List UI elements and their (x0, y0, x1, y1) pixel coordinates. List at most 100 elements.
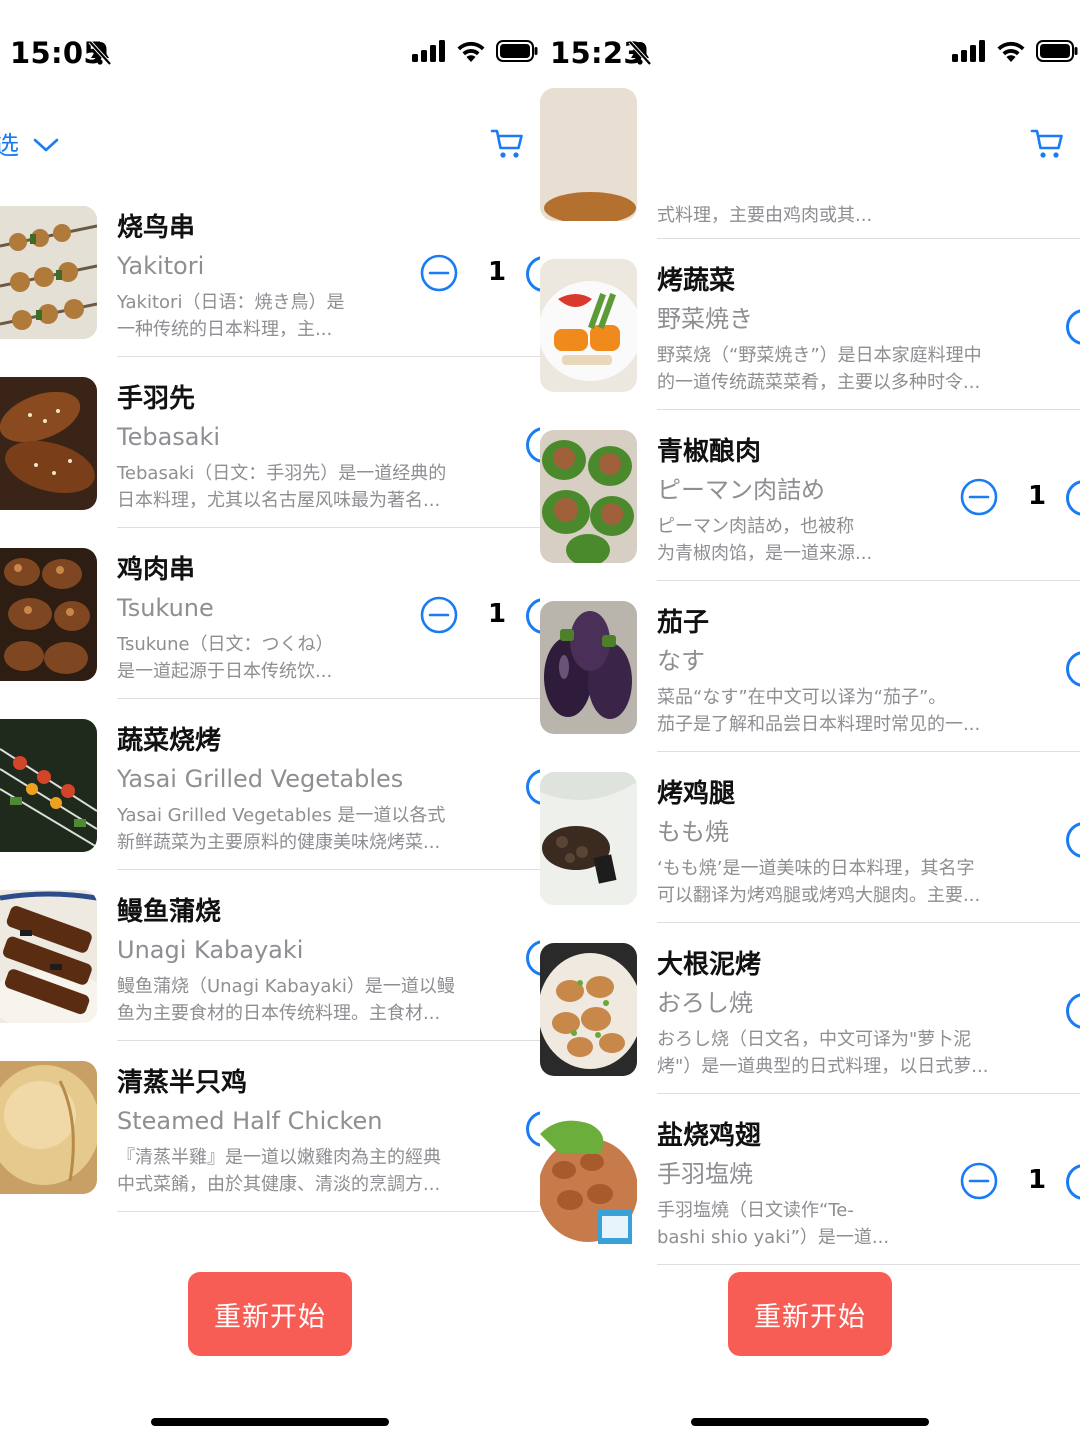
restart-button[interactable]: 重新开始 (728, 1272, 892, 1356)
increase-quantity-button[interactable] (526, 940, 540, 976)
dish-title: 青椒酿肉 (657, 437, 762, 467)
list-item[interactable]: 茄子 なす 菜品“なす”在中文可以译为“茄子”。 茄子是了解和品尝日本料理时常见的… (540, 581, 1080, 752)
dish-thumbnail (0, 890, 97, 1023)
increase-quantity-button[interactable] (526, 1111, 540, 1147)
cellular-signal-icon (952, 40, 986, 66)
dish-title: 手羽先 (117, 384, 196, 414)
increase-quantity-button[interactable] (1066, 822, 1080, 858)
dish-thumbnail (540, 259, 637, 392)
status-bar: 15:05 (0, 0, 540, 108)
dish-thumbnail (0, 548, 97, 681)
dish-thumbnail (0, 1061, 97, 1194)
wifi-icon (996, 40, 1026, 66)
quantity-label: 1 (1028, 1165, 1047, 1195)
filter-label: 选 (0, 131, 20, 160)
dish-description: Tebasaki（日文：手羽先）是一道经典的 日本料理，尤其以名古屋风味最为著名.… (117, 463, 447, 511)
dish-title: 茄子 (657, 608, 710, 638)
dish-thumbnail (540, 601, 637, 734)
quantity-label: 1 (488, 599, 507, 629)
decrease-quantity-button[interactable] (420, 254, 458, 296)
increase-quantity-button[interactable] (1066, 993, 1080, 1029)
dish-thumbnail (540, 772, 637, 905)
dish-subtitle: もも焼 (657, 818, 729, 846)
increase-quantity-button[interactable] (1066, 480, 1080, 516)
cart-icon (490, 129, 524, 164)
dish-subtitle: Unagi Kabayaki (117, 936, 304, 964)
home-indicator[interactable] (151, 1418, 389, 1426)
home-indicator[interactable] (691, 1418, 929, 1426)
dish-title: 烤蔬菜 (657, 266, 736, 296)
wifi-icon (456, 40, 486, 66)
dish-subtitle: なす (657, 647, 705, 675)
divider (657, 1264, 1080, 1265)
increase-quantity-button[interactable] (1066, 1164, 1080, 1200)
quantity-label: 1 (488, 257, 507, 287)
dish-description: 鳗鱼蒲烧（Unagi Kabayaki）是一道以鳗 鱼为主要食材的日本传统料理。主… (117, 976, 455, 1024)
battery-icon (496, 40, 538, 66)
dish-subtitle: Tebasaki (117, 423, 221, 451)
dish-description: おろし烧（日文名，中文可译为"萝卜泥 烤"）是一道典型的日式料理，以日式萝... (657, 1029, 989, 1077)
dish-thumbnail (0, 377, 97, 510)
decrease-quantity-button[interactable] (420, 596, 458, 638)
dish-description: Yakitori（日语：焼き鳥）是 一种传统的日本料理，主... (117, 292, 345, 340)
list-item[interactable]: 烧鸟串 Yakitori Yakitori（日语：焼き鳥）是 一种传统的日本料理，… (0, 186, 540, 357)
list-item[interactable]: 烤鸡腿 もも焼 ‘もも焼’是一道美味的日本料理，其名字 可以翻译为烤鸡腿或烤鸡大腿… (540, 752, 1080, 923)
increase-quantity-button[interactable] (526, 769, 540, 805)
dish-title: 大根泥烤 (657, 950, 762, 980)
dish-thumbnail (540, 88, 637, 221)
left-screen: 15:05 选 烧鸟串 Yakitori Yakitori（日语：焼き鳥）是 一… (0, 0, 540, 1440)
decrease-quantity-button[interactable] (960, 1162, 998, 1204)
dish-thumbnail (540, 430, 637, 563)
dish-description: Yasai Grilled Vegetables 是一道以各式 新鲜蔬菜为主要原料… (117, 805, 446, 853)
right-screen: 15:23 选 (540, 0, 1080, 1440)
list-item[interactable]: 式料理，主要由鸡肉或其... (540, 68, 1080, 239)
increase-quantity-button[interactable] (526, 256, 540, 292)
battery-icon (1036, 40, 1078, 66)
dish-subtitle: おろし焼 (657, 989, 753, 1017)
dish-description: 『清蒸半雞』是一道以嫩雞肉為主的經典 中式菜餚，由於其健康、清淡的烹調方... (117, 1147, 441, 1195)
dish-subtitle: 野菜焼き (657, 305, 753, 333)
list-item[interactable]: 青椒酿肉 ピーマン肉詰め ピーマン肉詰め，也被称 为青椒肉馅，是一道来源... 1 (540, 410, 1080, 581)
dish-thumbnail (0, 719, 97, 852)
bell-off-icon (88, 40, 112, 70)
increase-quantity-button[interactable] (1066, 309, 1080, 345)
list-item[interactable]: 清蒸半只鸡 Steamed Half Chicken 『清蒸半雞』是一道以嫩雞肉… (0, 1041, 540, 1212)
list-item[interactable]: 鸡肉串 Tsukune Tsukune（日文：つくね） 是一道起源于日本传统饮..… (0, 528, 540, 699)
dish-title: 鸡肉串 (117, 555, 196, 585)
decrease-quantity-button[interactable] (960, 478, 998, 520)
dish-title: 清蒸半只鸡 (117, 1068, 248, 1098)
list-item[interactable]: 烤蔬菜 野菜焼き 野菜烧（“野菜焼き”）是日本家庭料理中 的一道传统蔬菜菜肴，主要… (540, 239, 1080, 410)
cart-button[interactable] (490, 128, 524, 164)
increase-quantity-button[interactable] (1066, 651, 1080, 687)
dish-description: 野菜烧（“野菜焼き”）是日本家庭料理中 的一道传统蔬菜菜肴，主要以多种时令... (657, 345, 982, 393)
increase-quantity-button[interactable] (526, 427, 540, 463)
dish-description: 式料理，主要由鸡肉或其... (657, 205, 873, 226)
divider (117, 1211, 540, 1212)
restart-button[interactable]: 重新开始 (188, 1272, 352, 1356)
dish-description: ピーマン肉詰め，也被称 为青椒肉馅，是一道来源... (657, 516, 873, 564)
dish-thumbnail (0, 206, 97, 339)
dish-description: Tsukune（日文：つくね） 是一道起源于日本传统饮... (117, 634, 334, 682)
dish-subtitle: Yasai Grilled Vegetables (117, 765, 404, 793)
dish-title: 蔬菜烧烤 (117, 726, 222, 756)
list-item[interactable]: 大根泥烤 おろし焼 おろし烧（日文名，中文可译为"萝卜泥 烤"）是一道典型的日式料… (540, 923, 1080, 1094)
dish-description: ‘もも焼’是一道美味的日本料理，其名字 可以翻译为烤鸡腿或烤鸡大腿肉。主要... (657, 858, 981, 906)
list-item[interactable]: 手羽先 Tebasaki Tebasaki（日文：手羽先）是一道经典的 日本料理，… (0, 357, 540, 528)
dish-thumbnail (540, 1114, 637, 1247)
nav-bar: 选 (0, 118, 540, 174)
list-item[interactable]: 蔬菜烧烤 Yasai Grilled Vegetables Yasai Gril… (0, 699, 540, 870)
chevron-down-icon (19, 130, 59, 159)
filter-dropdown[interactable]: 选 (0, 126, 59, 162)
quantity-label: 1 (1028, 481, 1047, 511)
list-item[interactable]: 鳗鱼蒲烧 Unagi Kabayaki 鳗鱼蒲烧（Unagi Kabayaki）… (0, 870, 540, 1041)
increase-quantity-button[interactable] (526, 598, 540, 634)
dish-subtitle: Steamed Half Chicken (117, 1107, 383, 1135)
dish-description: 菜品“なす”在中文可以译为“茄子”。 茄子是了解和品尝日本料理时常见的一... (657, 687, 981, 735)
list-item[interactable]: 盐烧鸡翅 手羽塩焼 手羽塩燒（日文读作“Te-bashi shio yaki”）… (540, 1094, 1080, 1265)
cellular-signal-icon (412, 40, 446, 66)
dish-description: 手羽塩燒（日文读作“Te-bashi shio yaki”）是一道... (657, 1200, 890, 1248)
bell-off-icon (628, 40, 652, 70)
dish-title: 盐烧鸡翅 (657, 1121, 762, 1151)
dish-title: 烧鸟串 (117, 213, 196, 243)
dish-thumbnail (540, 943, 637, 1076)
